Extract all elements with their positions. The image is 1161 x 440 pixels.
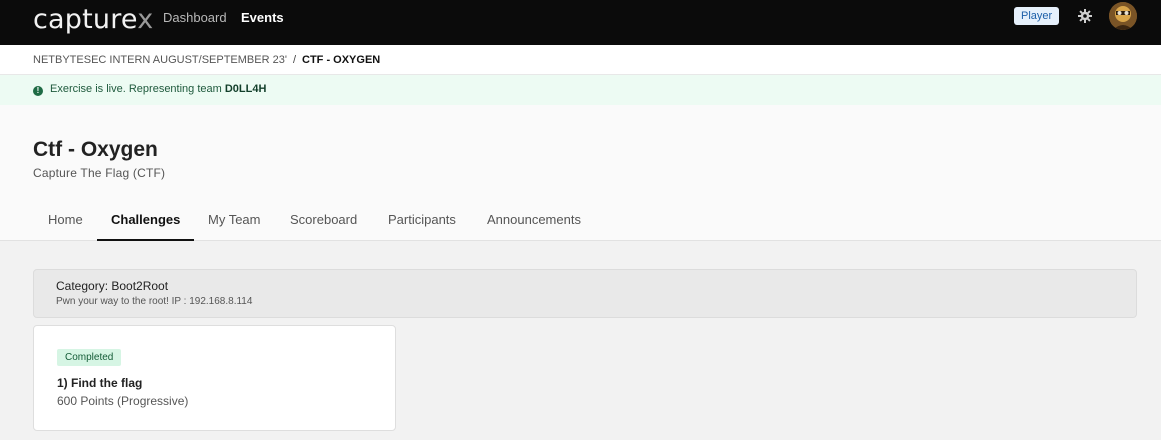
- page-title: Ctf - Oxygen: [33, 138, 158, 161]
- page-subtitle: Capture The Flag (CTF): [33, 166, 166, 180]
- nav-dashboard[interactable]: Dashboard: [163, 10, 227, 25]
- gear-icon[interactable]: [1077, 8, 1093, 24]
- challenges-content: Category: Boot2Root Pwn your way to the …: [0, 241, 1161, 440]
- live-alert: ! Exercise is live. Representing team D0L…: [0, 75, 1161, 105]
- category-title: Category: Boot2Root: [56, 279, 169, 293]
- tab-announcements[interactable]: Announcements: [473, 202, 595, 241]
- category-description: Pwn your way to the root! IP : 192.168.8…: [56, 296, 253, 307]
- nav-events[interactable]: Events: [241, 10, 284, 25]
- alert-info-icon: !: [33, 86, 43, 96]
- logo-x: x: [137, 4, 154, 35]
- breadcrumb-separator: /: [292, 54, 296, 66]
- challenge-points: 600 Points (Progressive): [57, 394, 189, 408]
- tab-home[interactable]: Home: [34, 202, 97, 241]
- avatar-image: [1109, 2, 1137, 30]
- top-navbar: capturex Dashboard Events Player: [0, 0, 1161, 45]
- challenge-title: 1) Find the flag: [57, 376, 143, 390]
- breadcrumb: NETBYTESEC INTERN AUGUST/SEPTEMBER 23' / C…: [0, 45, 1161, 75]
- alert-team-name: D0LL4H: [224, 83, 267, 95]
- alert-text: Exercise is live. Representing team: [50, 83, 225, 95]
- breadcrumb-parent[interactable]: NETBYTESEC INTERN AUGUST/SEPTEMBER 23': [33, 54, 287, 66]
- role-badge: Player: [1014, 7, 1060, 25]
- tab-scoreboard[interactable]: Scoreboard: [276, 202, 371, 241]
- category-header: Category: Boot2Root Pwn your way to the …: [33, 269, 1137, 318]
- tab-participants[interactable]: Participants: [374, 202, 470, 241]
- tab-my-team[interactable]: My Team: [194, 202, 275, 241]
- breadcrumb-current: CTF - OXYGEN: [302, 54, 381, 66]
- avatar[interactable]: [1109, 2, 1137, 30]
- tab-challenges[interactable]: Challenges: [97, 202, 195, 241]
- logo-text: capture: [33, 4, 138, 35]
- logo[interactable]: capturex: [33, 4, 153, 35]
- challenge-card[interactable]: Completed 1) Find the flag 600 Points (P…: [33, 325, 396, 431]
- event-tabs: Home Challenges My Team Scoreboard Parti…: [0, 202, 1161, 241]
- status-badge: Completed: [57, 349, 122, 366]
